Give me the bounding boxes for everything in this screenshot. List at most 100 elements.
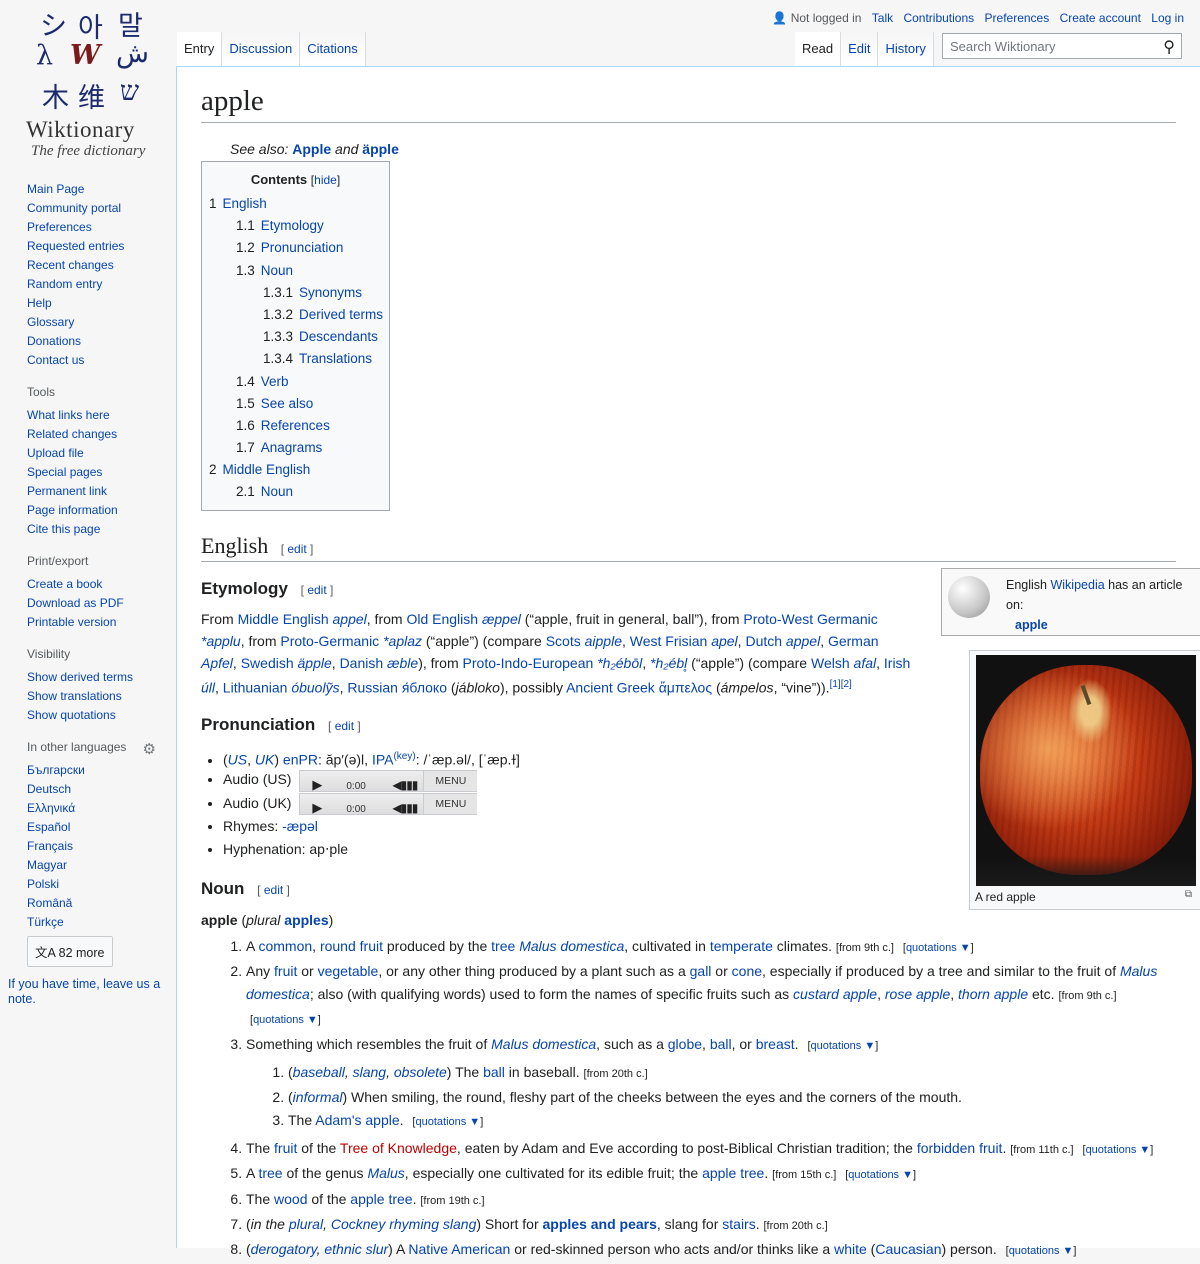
sidebar-link-main-page[interactable]: Main Page <box>27 182 84 196</box>
toc-link[interactable]: Anagrams <box>261 440 323 455</box>
talk-link[interactable]: Talk <box>872 11 893 25</box>
toggle-translations[interactable]: Show translations <box>27 689 122 703</box>
term-link[interactable]: Russian <box>347 680 398 696</box>
toc-item[interactable]: 1.3.3 Descendants <box>209 329 383 351</box>
term-link[interactable]: Swedish <box>241 655 294 671</box>
toc-link[interactable]: Noun <box>261 263 293 278</box>
search-icon[interactable]: ⚲ <box>1163 37 1175 57</box>
term-link[interactable]: afal <box>854 655 877 671</box>
toc-link[interactable]: Verb <box>261 374 289 389</box>
language-link[interactable]: Magyar <box>27 858 67 872</box>
sidebar-link-upload-file[interactable]: Upload file <box>27 446 84 460</box>
term-link[interactable]: Malus domestica <box>519 938 624 954</box>
toc-item[interactable]: 1.1 Etymology <box>209 218 383 240</box>
toggle-derived-terms[interactable]: Show derived terms <box>27 670 133 684</box>
toc-link[interactable]: Synonyms <box>299 285 362 300</box>
term-link[interactable]: Malus <box>367 1165 404 1181</box>
term-link[interactable]: æppel <box>482 611 521 627</box>
term-link[interactable]: fruit <box>274 963 297 979</box>
toc-item[interactable]: 2.1 Noun <box>209 484 383 506</box>
red-apple-image[interactable] <box>976 655 1196 886</box>
term-link[interactable]: slang <box>353 1064 386 1080</box>
preferences-link[interactable]: Preferences <box>985 11 1050 25</box>
sidebar-link-cite-this-page[interactable]: Cite this page <box>27 522 100 536</box>
more-languages-button[interactable]: 文A 82 more <box>27 936 113 967</box>
edit-section-link[interactable]: edit <box>307 583 326 597</box>
sidebar-link-permanent-link[interactable]: Permanent link <box>27 484 107 498</box>
leave-note-link[interactable]: If you have time, leave us a note. <box>8 977 168 1007</box>
tab-history[interactable]: History <box>878 32 934 66</box>
enpr-link[interactable]: enPR <box>283 752 318 768</box>
toc-item[interactable]: 1.4 Verb <box>209 374 383 396</box>
log-in-link[interactable]: Log in <box>1151 11 1184 25</box>
toc-link[interactable]: Noun <box>261 484 293 499</box>
leave-note-text[interactable]: If you have time, leave us a note. <box>8 977 160 1006</box>
term-link[interactable]: apples and pears <box>543 1216 657 1232</box>
tab-entry[interactable]: Entry <box>177 32 223 66</box>
term-link[interactable]: Welsh <box>811 655 850 671</box>
term-link[interactable]: óbuolỹs <box>291 680 339 696</box>
sidebar-link-special-pages[interactable]: Special pages <box>27 465 102 479</box>
term-link[interactable]: custard apple <box>793 986 877 1002</box>
tab-citations[interactable]: Citations <box>300 32 366 66</box>
audio-menu-button[interactable]: MENU <box>423 793 478 814</box>
sidebar-link-what-links-here[interactable]: What links here <box>27 408 110 422</box>
toc-item[interactable]: 1.7 Anagrams <box>209 440 383 462</box>
term-link[interactable]: Proto-West Germanic <box>743 611 877 627</box>
sidebar-link-printable-version[interactable]: Printable version <box>27 615 116 629</box>
term-link[interactable]: tree <box>258 1165 282 1181</box>
term-link[interactable]: apel <box>711 633 737 649</box>
uk-link[interactable]: UK <box>255 752 274 768</box>
toc-item[interactable]: 1 English <box>209 196 383 218</box>
audio-player-uk[interactable]: ▶ 0:00 ◀▮▮▮ MENU <box>299 792 478 815</box>
language-link[interactable]: Polski <box>27 877 59 891</box>
toc-link[interactable]: Translations <box>299 351 372 366</box>
toc-link[interactable]: Descendants <box>299 329 378 344</box>
term-link[interactable]: Proto-Indo-European <box>463 655 594 671</box>
term-link[interactable]: ethnic slur <box>324 1241 388 1257</box>
term-link[interactable]: ball <box>483 1064 505 1080</box>
audio-player-us[interactable]: ▶ 0:00 ◀▮▮▮ MENU <box>299 769 478 792</box>
term-link[interactable]: temperate <box>710 938 773 954</box>
tab-discussion[interactable]: Discussion <box>222 32 301 66</box>
sidebar-link-related-changes[interactable]: Related changes <box>27 427 117 441</box>
see-also-link[interactable]: äpple <box>362 141 399 157</box>
term-link[interactable]: plural <box>289 1216 323 1232</box>
term-link[interactable]: *applu <box>201 633 241 649</box>
search-input[interactable]: Search Wiktionary ⚲ <box>942 33 1182 59</box>
tab-read[interactable]: Read <box>795 32 842 66</box>
sidebar-link-help[interactable]: Help <box>27 296 52 310</box>
term-link[interactable]: Native American <box>408 1241 510 1257</box>
term-link[interactable]: fruit <box>274 1140 297 1156</box>
term-link[interactable]: common <box>258 938 312 954</box>
edit-section-link[interactable]: edit <box>335 719 354 733</box>
ipa-link[interactable]: IPA <box>372 752 394 768</box>
term-link[interactable]: Caucasian <box>875 1241 941 1257</box>
language-link[interactable]: Ελληνικά <box>27 801 75 815</box>
term-link[interactable]: cone <box>732 963 762 979</box>
term-link[interactable]: Old English <box>406 611 478 627</box>
term-link[interactable]: [2] <box>841 679 852 690</box>
term-link[interactable]: West Frisian <box>630 633 708 649</box>
toc-item[interactable]: 2 Middle English <box>209 462 383 484</box>
toc-item[interactable]: 1.3.2 Derived terms <box>209 307 383 329</box>
term-link[interactable]: äpple <box>298 655 332 671</box>
term-link[interactable]: ball <box>710 1036 732 1052</box>
term-link[interactable]: Irish <box>884 655 910 671</box>
term-link[interactable]: baseball <box>293 1064 345 1080</box>
sidebar-link-glossary[interactable]: Glossary <box>27 315 74 329</box>
language-link[interactable]: Español <box>27 820 70 834</box>
term-link[interactable]: appel <box>786 633 820 649</box>
toc-item[interactable]: 1.6 References <box>209 418 383 440</box>
toc-item[interactable]: 1.3.4 Translations <box>209 351 383 373</box>
term-link[interactable]: Dutch <box>745 633 782 649</box>
term-link[interactable]: æble <box>387 655 418 671</box>
term-link[interactable]: aipple <box>585 633 622 649</box>
term-link[interactable]: wood <box>274 1191 307 1207</box>
term-link[interactable]: fruit <box>360 938 383 954</box>
language-link[interactable]: Română <box>27 896 72 910</box>
play-icon[interactable]: ▶ <box>312 796 322 819</box>
toc-link[interactable]: See also <box>261 396 314 411</box>
term-link[interactable]: úll <box>201 680 215 696</box>
wikipedia-link[interactable]: Wikipedia <box>1050 578 1104 592</box>
